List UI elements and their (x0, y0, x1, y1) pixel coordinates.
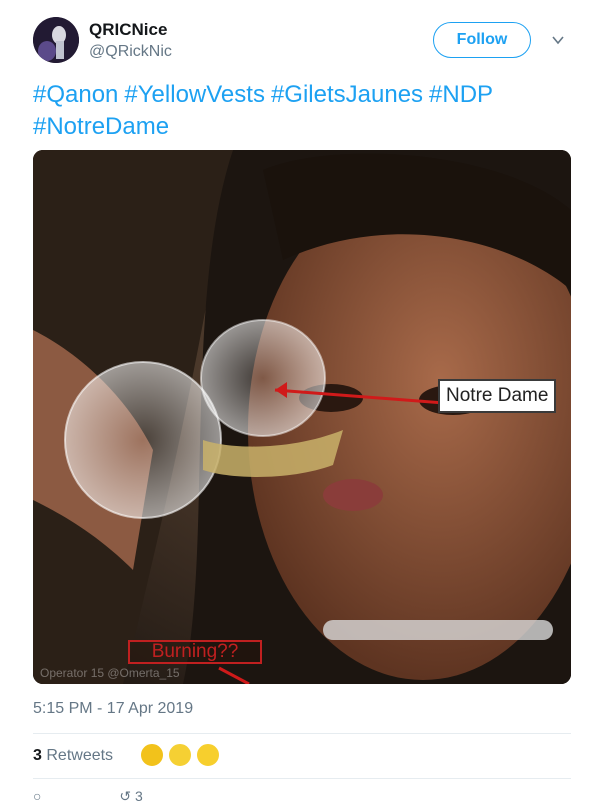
avatar-image (33, 17, 79, 63)
retweet-icon[interactable]: ↺ (119, 788, 131, 804)
photo-woman-drinking-icon (33, 150, 571, 684)
retweet-action-count: 3 (134, 788, 143, 804)
divider (33, 778, 571, 779)
hashtag-link[interactable]: #NDP (429, 81, 493, 108)
annotation-burning: Burning?? (128, 640, 262, 664)
hashtag-link[interactable]: #Qanon (33, 81, 118, 108)
follow-button[interactable]: Follow (433, 22, 531, 58)
tweet-text: #Qanon #YellowVests #GiletsJaunes #NDP #Notr… (33, 79, 573, 143)
avatar[interactable] (33, 17, 79, 63)
retweeter-avatar[interactable] (140, 743, 164, 767)
tweet-timestamp[interactable]: 5:15 PM - 17 Apr 2019 (33, 700, 193, 718)
annotation-notre-dame: Notre Dame (438, 379, 557, 413)
hashtag-link[interactable]: #NotreDame (33, 113, 169, 140)
retweeter-avatar[interactable] (168, 743, 192, 767)
retweet-count: 3 (33, 747, 42, 764)
user-handle[interactable]: @QRickNic (89, 43, 172, 61)
retweeter-avatar[interactable] (196, 743, 220, 767)
reply-icon[interactable]: ○ (33, 788, 41, 804)
tweet-actions: ○ ↺ 3 (33, 788, 143, 805)
display-name[interactable]: QRICNice (89, 20, 167, 40)
chevron-down-icon[interactable] (551, 33, 565, 47)
hashtag-link[interactable]: #GiletsJaunes (271, 81, 423, 108)
retweet-stats[interactable]: 3 Retweets (33, 747, 113, 765)
retweet-label: Retweets (46, 747, 114, 764)
tweet-media-image[interactable] (33, 150, 571, 684)
image-watermark: Operator 15 @Omerta_15 (40, 666, 180, 680)
hashtag-link[interactable]: #YellowVests (124, 81, 265, 108)
divider (33, 733, 571, 734)
